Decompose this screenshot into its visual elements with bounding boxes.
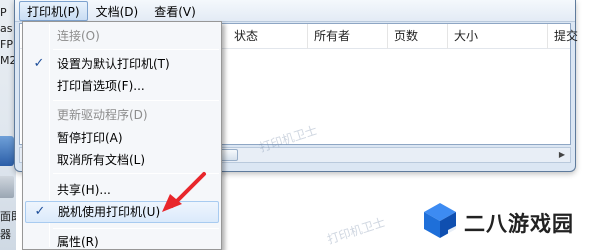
menu-item-printing-preferences[interactable]: 打印首选项(F)... <box>25 75 219 97</box>
menu-item-label: 连接(O) <box>57 29 100 43</box>
logo-text: 二八游戏园 <box>464 212 574 236</box>
menu-item-pause-printing[interactable]: 暂停打印(A) <box>25 127 219 149</box>
menu-item-label: 设置为默认打印机(T) <box>57 57 170 71</box>
menu-view[interactable]: 查看(V) <box>146 1 204 21</box>
menu-document[interactable]: 文档(D) <box>88 1 147 21</box>
desktop-label-fragment: 面即 <box>0 210 16 223</box>
checkmark-icon: ✓ <box>33 56 45 71</box>
desktop-label-fragment: FP <box>0 38 13 51</box>
menu-separator <box>53 228 219 229</box>
menu-item-update-driver: 更新驱动程序(D) <box>25 104 219 126</box>
desktop-shortcut-icon[interactable] <box>0 176 14 198</box>
column-size[interactable]: 大小 <box>448 24 548 49</box>
column-owner[interactable]: 所有者 <box>308 24 388 49</box>
column-submitted[interactable]: 提交 <box>548 24 578 49</box>
menu-printer[interactable]: 打印机(P) <box>19 0 88 21</box>
menu-item-properties[interactable]: 属性(R) <box>25 231 219 250</box>
desktop-label-fragment: as <box>0 22 13 35</box>
desktop-shortcut-icon[interactable] <box>0 136 14 166</box>
menu-item-set-default-printer[interactable]: ✓ 设置为默认打印机(T) <box>25 53 219 75</box>
menu-item-label: 属性(R) <box>57 235 99 249</box>
annotation-arrow-icon <box>162 172 206 212</box>
menu-separator <box>53 100 219 101</box>
menu-item-cancel-all-documents[interactable]: 取消所有文档(L) <box>25 149 219 171</box>
cube-logo-icon <box>424 203 456 238</box>
column-status[interactable]: 状态 <box>228 24 308 49</box>
menu-item-label: 脱机使用打印机(U) <box>58 205 161 219</box>
menu-bar: 打印机(P) 文档(D) 查看(V) <box>15 0 575 22</box>
menu-item-label: 暂停打印(A) <box>57 131 123 145</box>
menu-item-label: 打印首选项(F)... <box>57 79 145 93</box>
printer-menu-dropdown: 连接(O) ✓ 设置为默认打印机(T) 打印首选项(F)... 更新驱动程序(D… <box>22 21 222 250</box>
menu-item-label: 共享(H)... <box>57 183 111 197</box>
menu-item-label: 更新驱动程序(D) <box>57 108 148 122</box>
column-pages[interactable]: 页数 <box>388 24 448 49</box>
menu-item-connect: 连接(O) <box>25 25 219 47</box>
scroll-right-icon[interactable]: ▶ <box>554 148 570 162</box>
checkmark-icon: ✓ <box>34 204 46 219</box>
desktop-label-fragment: 器 <box>0 228 11 241</box>
watermark: 打印机卫士 <box>325 215 387 247</box>
menu-separator <box>53 49 219 50</box>
site-logo: 二八游戏园 <box>420 200 590 244</box>
desktop-label-fragment: P <box>0 6 7 19</box>
menu-item-label: 取消所有文档(L) <box>57 153 146 167</box>
